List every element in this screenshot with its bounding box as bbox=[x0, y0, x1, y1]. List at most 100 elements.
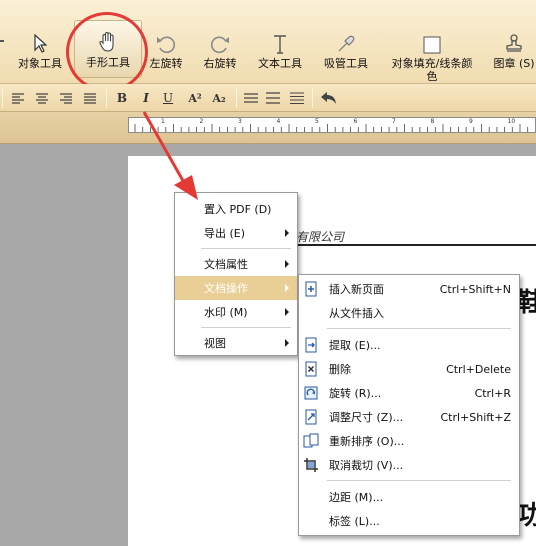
menu-item-label: 水印 (M) bbox=[204, 306, 248, 319]
shortcut-label: Ctrl+Shift+Z bbox=[440, 410, 511, 424]
ruler-label: 8 bbox=[430, 118, 435, 125]
delete-page-icon bbox=[303, 361, 319, 377]
submenu-item-label: 提取 (E)... bbox=[329, 339, 381, 352]
submenu-item-delete[interactable]: 删除 Ctrl+Delete bbox=[299, 357, 519, 381]
cursor-arrow-icon bbox=[33, 28, 47, 54]
main-toolbar: 对象工具 手形工具 左旋转 右旋转 文本工具 吸管工具 对象填充/线条颜 色 图… bbox=[0, 0, 536, 92]
submenu-item-label: 调整尺寸 (Z)... bbox=[329, 411, 404, 424]
object-tool-button[interactable]: 对象工具 bbox=[14, 28, 66, 70]
superscript-button[interactable]: A² bbox=[184, 90, 206, 106]
format-toolbar: B I U A² A₂ bbox=[0, 84, 536, 112]
undo-icon[interactable] bbox=[318, 90, 340, 106]
align-left-icon[interactable] bbox=[10, 90, 26, 106]
fill-color-label: 对象填充/线条颜 色 bbox=[391, 57, 473, 83]
menu-item-document-operations[interactable]: 文档操作 bbox=[175, 276, 297, 300]
menu-item-label: 置入 PDF (D) bbox=[204, 203, 272, 216]
text-tool-icon bbox=[272, 28, 288, 54]
hand-icon bbox=[98, 27, 118, 53]
menu-item-label: 导出 (E) bbox=[204, 227, 246, 240]
rotate-right-icon bbox=[209, 28, 231, 54]
eyedropper-tool-button[interactable]: 吸管工具 bbox=[319, 28, 373, 70]
submenu-item-label: 边距 (M)... bbox=[329, 491, 384, 504]
fill-color-icon bbox=[423, 28, 441, 54]
stamp-icon bbox=[505, 28, 523, 54]
submenu-item-extract[interactable]: 提取 (E)... bbox=[299, 333, 519, 357]
stamp-tool-button[interactable]: 图章 (S) bbox=[492, 28, 536, 70]
submenu-item-insert-from-file[interactable]: 从文件插入 bbox=[299, 301, 519, 325]
text-tool-label: 文本工具 bbox=[258, 57, 302, 70]
context-menu: 置入 PDF (D) 导出 (E) 文档属性 文档操作 水印 (M) 视图 bbox=[174, 192, 298, 356]
submenu-item-label: 标签 (L)... bbox=[329, 515, 380, 528]
menu-item-label: 视图 bbox=[204, 337, 226, 350]
shortcut-label: Ctrl+Delete bbox=[446, 362, 511, 376]
shortcut-label: Ctrl+R bbox=[474, 386, 511, 400]
toolbar-grip bbox=[0, 40, 4, 42]
menu-item-export[interactable]: 导出 (E) bbox=[175, 221, 297, 245]
reorder-pages-icon bbox=[303, 433, 319, 449]
ruler-label: 3 bbox=[238, 118, 242, 125]
submenu-item-insert-page[interactable]: 插入新页面 Ctrl+Shift+N bbox=[299, 277, 519, 301]
ruler-label: 1 bbox=[161, 118, 165, 125]
submenu-item-uncrop[interactable]: 取消裁切 (V)... bbox=[299, 453, 519, 477]
toolbar-separator bbox=[2, 88, 3, 108]
hand-tool-label: 手形工具 bbox=[86, 56, 130, 69]
rotate-left-label: 左旋转 bbox=[149, 57, 183, 70]
align-justify-icon[interactable] bbox=[82, 90, 98, 106]
submenu-arrow-icon bbox=[285, 260, 289, 268]
menu-separator bbox=[201, 327, 291, 328]
submenu-arrow-icon bbox=[285, 339, 289, 347]
document-operations-submenu: 插入新页面 Ctrl+Shift+N 从文件插入 提取 (E)... 删除 Ct… bbox=[298, 274, 520, 536]
bold-button[interactable]: B bbox=[114, 90, 130, 106]
menu-item-label: 文档操作 bbox=[204, 282, 248, 295]
submenu-item-reorder[interactable]: 重新排序 (O)... bbox=[299, 429, 519, 453]
indent-icon[interactable] bbox=[288, 90, 306, 106]
insert-page-icon bbox=[303, 281, 319, 297]
header-rule bbox=[296, 244, 536, 246]
submenu-item-label: 插入新页面 bbox=[329, 283, 384, 296]
rotate-left-icon bbox=[155, 28, 177, 54]
subscript-button[interactable]: A₂ bbox=[208, 90, 230, 106]
object-tool-label: 对象工具 bbox=[18, 57, 62, 70]
menu-item-document-properties[interactable]: 文档属性 bbox=[175, 252, 297, 276]
resize-page-icon bbox=[303, 409, 319, 425]
ruler-label: 9 bbox=[469, 118, 473, 125]
submenu-item-resize[interactable]: 调整尺寸 (Z)... Ctrl+Shift+Z bbox=[299, 405, 519, 429]
ruler-ticks bbox=[134, 124, 535, 132]
rotate-left-button[interactable]: 左旋转 bbox=[146, 28, 186, 70]
eyedropper-tool-label: 吸管工具 bbox=[324, 57, 368, 70]
menu-item-view[interactable]: 视图 bbox=[175, 331, 297, 355]
ruler-label: 4 bbox=[276, 118, 281, 125]
uncrop-icon bbox=[303, 457, 319, 473]
align-right-icon[interactable] bbox=[58, 90, 74, 106]
menu-item-watermark[interactable]: 水印 (M) bbox=[175, 300, 297, 324]
horizontal-ruler[interactable]: 1 2 3 4 5 6 7 8 9 10 bbox=[128, 117, 536, 133]
stamp-tool-label: 图章 (S) bbox=[493, 57, 535, 70]
eyedropper-icon bbox=[336, 28, 356, 54]
submenu-item-label: 旋转 (R)... bbox=[329, 387, 382, 400]
text-tool-button[interactable]: 文本工具 bbox=[254, 28, 306, 70]
italic-button[interactable]: I bbox=[138, 90, 154, 106]
line-spacing-icon[interactable] bbox=[242, 90, 260, 106]
fill-color-button[interactable]: 对象填充/线条颜 色 bbox=[386, 28, 478, 83]
rotate-right-button[interactable]: 右旋转 bbox=[200, 28, 240, 70]
ruler-label: 6 bbox=[353, 118, 358, 125]
underline-button[interactable]: U bbox=[160, 90, 176, 106]
menu-item-import-pdf[interactable]: 置入 PDF (D) bbox=[175, 197, 297, 221]
submenu-item-rotate[interactable]: 旋转 (R)... Ctrl+R bbox=[299, 381, 519, 405]
submenu-item-label: 取消裁切 (V)... bbox=[329, 459, 404, 472]
paragraph-spacing-icon[interactable] bbox=[264, 90, 282, 106]
menu-separator bbox=[327, 328, 511, 329]
rotate-right-label: 右旋转 bbox=[203, 57, 237, 70]
align-center-icon[interactable] bbox=[34, 90, 50, 106]
toolbar-separator bbox=[312, 88, 313, 108]
submenu-arrow-icon bbox=[285, 229, 289, 237]
submenu-item-label: 删除 bbox=[329, 363, 351, 376]
menu-separator bbox=[201, 248, 291, 249]
submenu-item-margins[interactable]: 边距 (M)... bbox=[299, 485, 519, 509]
submenu-item-labels[interactable]: 标签 (L)... bbox=[299, 509, 519, 533]
company-name-text: 有限公司 bbox=[296, 230, 345, 244]
toolbar-separator bbox=[236, 88, 237, 108]
ruler-label: 7 bbox=[392, 118, 396, 125]
hand-tool-button[interactable]: 手形工具 bbox=[74, 20, 142, 78]
ruler-label: 10 bbox=[507, 118, 516, 125]
